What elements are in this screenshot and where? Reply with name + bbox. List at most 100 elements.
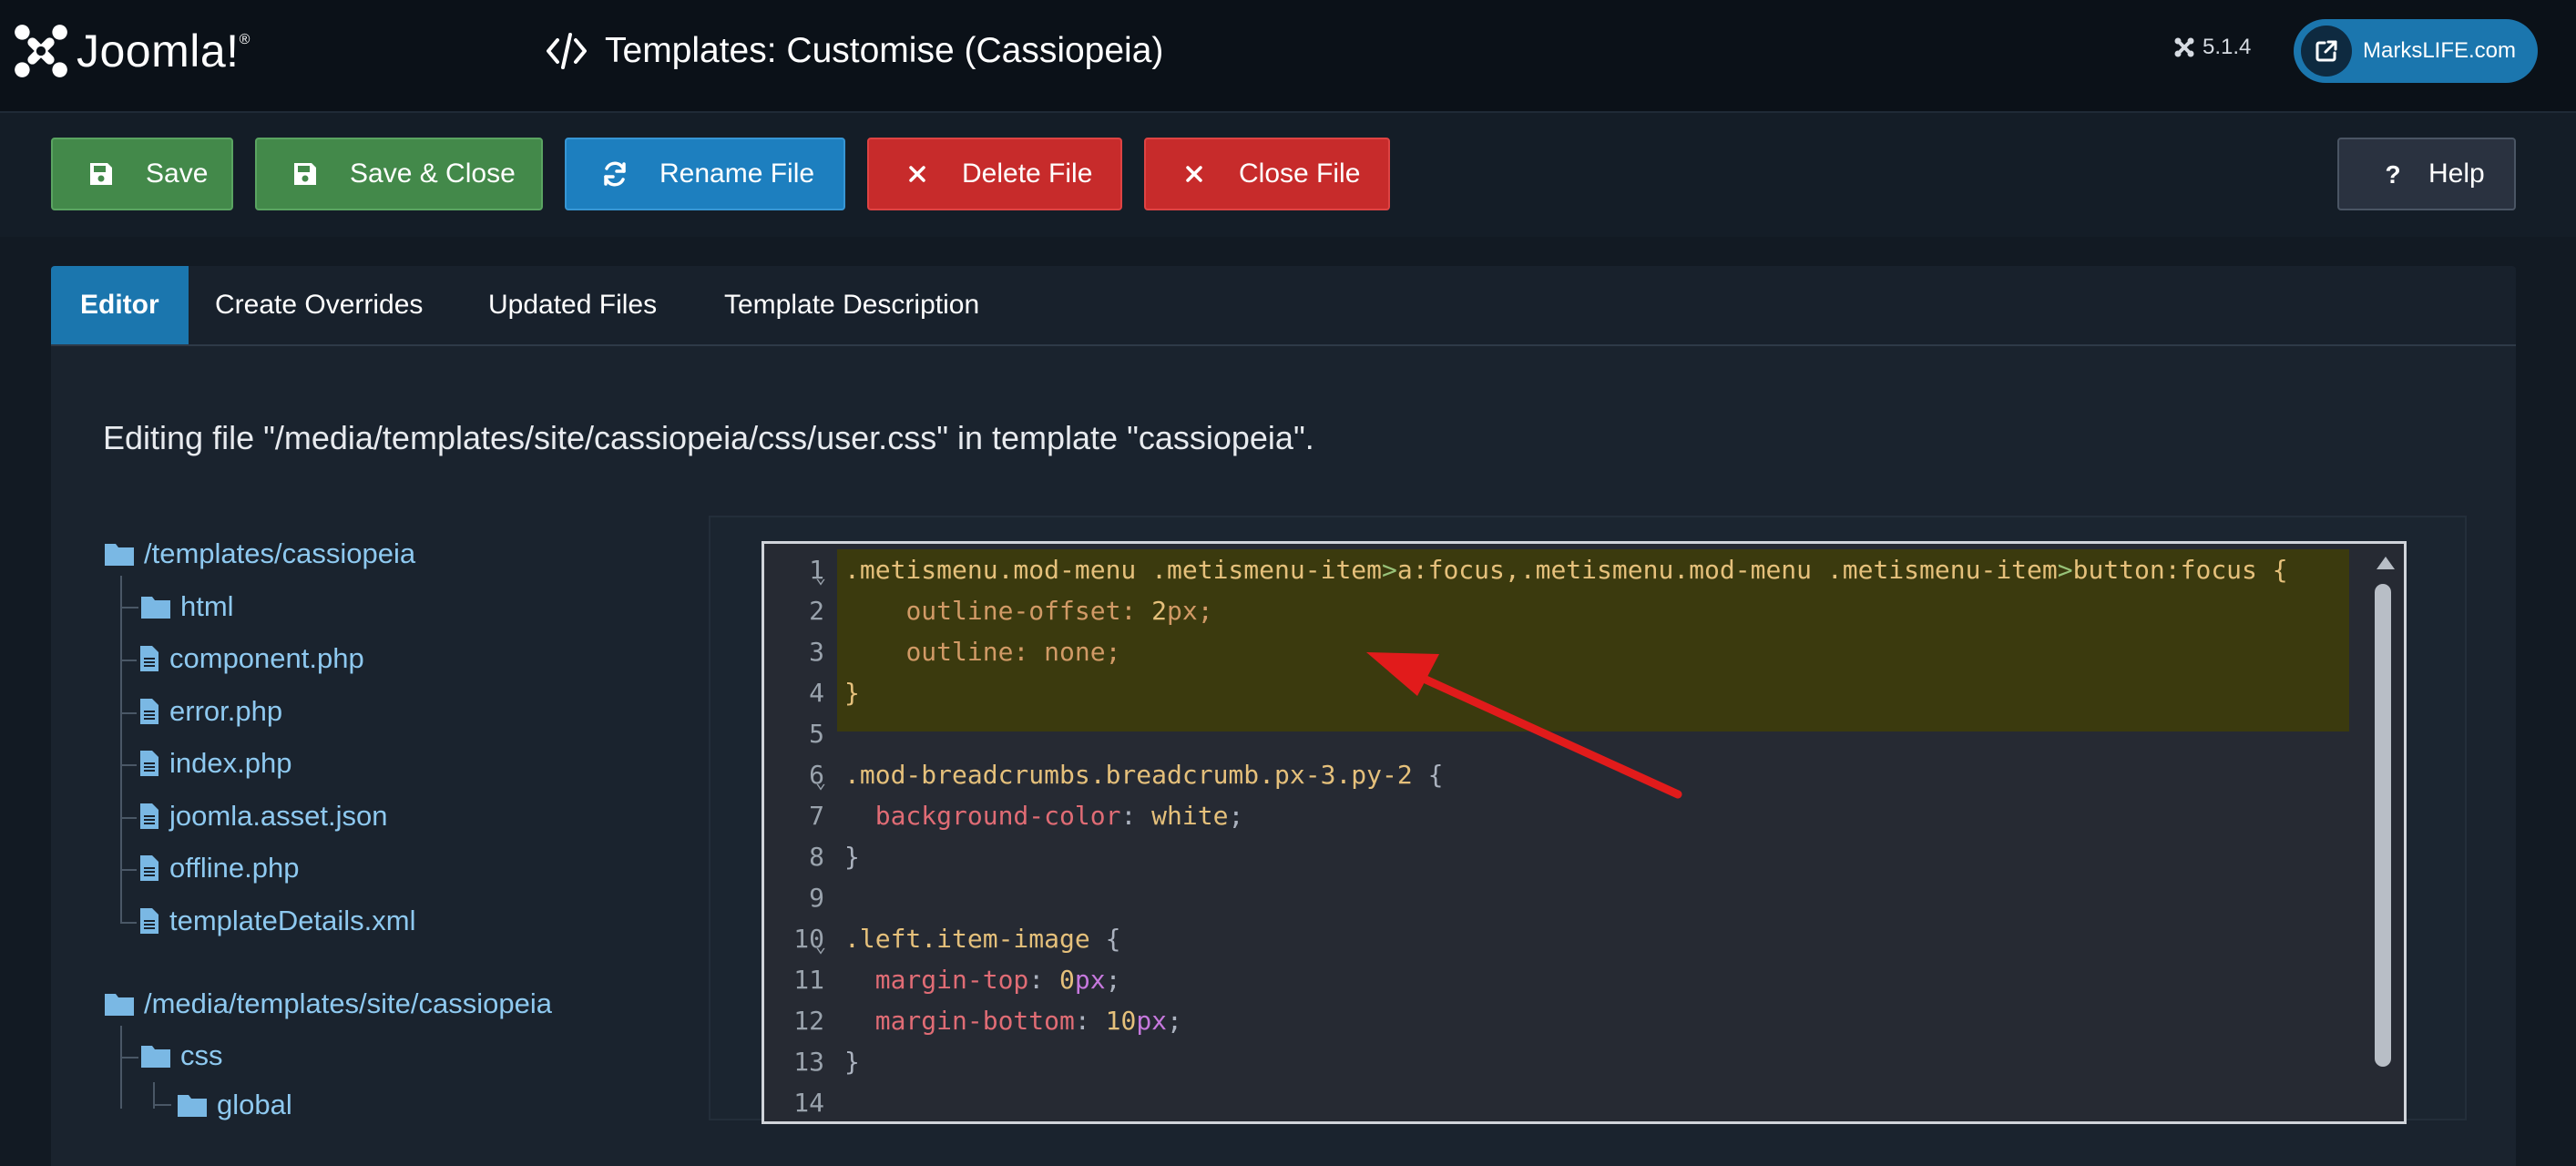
code-property: margin-bottom [874,1006,1075,1036]
code-unit: px [1074,965,1106,995]
page-title: Templates: Customise (Cassiopeia) [543,27,1163,75]
tree-folder-html[interactable]: html [140,590,234,623]
code-selector: button:focus { [2072,555,2288,585]
tree-file-joomla-asset-json[interactable]: joomla.asset.json [138,800,388,833]
tab-create-overrides[interactable]: Create Overrides [215,266,423,344]
line-number: 11 [793,965,824,995]
times-icon [909,166,925,182]
tree-label: /media/templates/site/cassiopeia [144,987,553,1019]
code-line-10: .left.item-image { [844,924,1120,954]
save-button[interactable]: Save [51,138,233,210]
sync-icon [604,161,626,187]
help-button[interactable]: ? Help [2337,138,2516,210]
code-line-4: } [844,678,860,708]
code-line-12: margin-bottom: 10px; [844,1006,1182,1036]
code-line-11: margin-top: 0px; [844,965,1121,995]
code-property: background-color [874,801,1121,831]
question-icon: ? [2385,160,2400,188]
tab-editor[interactable]: Editor [51,266,189,344]
tree-label: templateDetails.xml [169,905,416,936]
code-line-1: .metismenu.mod-menu .metismenu-item>a:fo… [844,555,2288,585]
code-selector: a:focus,.metismenu.mod-menu .metismenu-i… [1396,555,2058,585]
line-number: 9 [809,883,824,913]
delete-file-label: Delete File [962,159,1093,189]
tab-bar: Editor Create Overrides Updated Files Te… [51,266,2516,346]
code-editor[interactable]: 1 2 3 4 5 6 7 8 9 10 11 12 13 14 ⌄ ⌄ ⌄ .… [762,541,2407,1124]
tree-folder-css[interactable]: css [140,1039,223,1072]
svg-text:?: ? [2385,160,2400,188]
site-link-label: MarksLIFE.com [2363,38,2517,63]
fold-marker[interactable]: ⌄ [815,935,826,956]
scroll-thumb[interactable] [2375,584,2391,1067]
fold-marker[interactable]: ⌄ [815,771,826,793]
code-number: 2 [1151,596,1168,626]
editor-scrollbar[interactable] [2373,547,2397,1121]
tree-label: index.php [169,747,292,779]
tree-file-component-php[interactable]: component.php [138,642,364,675]
view-site-button[interactable]: MarksLIFE.com [2294,19,2538,83]
tree-file-index-php[interactable]: index.php [138,747,291,780]
save-close-button[interactable]: Save & Close [255,138,543,210]
save-icon [90,163,112,185]
tree-line [153,1104,171,1106]
close-file-button[interactable]: Close File [1144,138,1390,210]
code-number: 0 [1059,965,1075,995]
code-unit: px [1136,1006,1168,1036]
code-colon: : [1013,637,1045,667]
folder-icon [105,994,134,1016]
folder-icon [141,597,170,619]
tree-folder-media-cassiopeia[interactable]: /media/templates/site/cassiopeia [104,987,552,1020]
line-number: 8 [809,842,824,872]
joomla-logo[interactable]: Joomla!® [11,18,250,84]
tree-file-offline-php[interactable]: offline.php [138,852,300,885]
tree-line [120,607,138,609]
code-value: white [1151,801,1229,831]
folder-icon [178,1095,207,1117]
tree-file-error-php[interactable]: error.php [138,695,282,728]
code-line-8: } [844,842,860,872]
code-line-6: .mod-breadcrumbs.breadcrumb.px-3.py-2 { [844,760,1443,790]
file-icon [140,699,158,724]
delete-file-button[interactable]: Delete File [867,138,1122,210]
tree-line [120,1026,122,1109]
code-line-2: outline-offset: 2px; [844,596,1213,626]
code-colon: : [1120,596,1152,626]
line-number: 4 [809,678,824,708]
tree-line [120,922,137,924]
tree-label: joomla.asset.json [169,800,388,832]
code-colon: : [1074,1006,1106,1036]
version-badge: 5.1.4 [2173,35,2251,60]
tab-updated-files[interactable]: Updated Files [488,266,657,344]
fold-marker[interactable]: ⌄ [815,566,826,588]
page-title-text: Templates: Customise (Cassiopeia) [605,31,1164,70]
tree-label: component.php [169,642,364,674]
code-semicolon: ; [1197,596,1213,626]
help-label: Help [2428,159,2485,189]
file-icon [140,751,158,776]
code-semicolon: ; [1105,965,1121,995]
code-selector: .mod-breadcrumbs.breadcrumb.px-3.py-2 [844,760,1413,790]
tree-folder-global[interactable]: global [177,1089,292,1121]
code-semicolon: ; [1167,1006,1182,1036]
code-brace: { [1412,760,1444,790]
tree-label: offline.php [169,852,300,884]
scroll-up-icon[interactable] [2377,557,2395,569]
code-unit: px [1167,596,1198,626]
editing-file-text: Editing file "/media/templates/site/cass… [103,419,1314,456]
tab-template-description[interactable]: Template Description [724,266,979,344]
tree-line [120,869,137,871]
line-gutter: 1 2 3 4 5 6 7 8 9 10 11 12 13 14 ⌄ ⌄ ⌄ [764,544,835,1121]
rename-file-button[interactable]: Rename File [565,138,845,210]
line-number: 12 [793,1006,824,1036]
tree-line [120,660,137,661]
file-icon [140,908,158,934]
tree-file-templatedetails-xml[interactable]: templateDetails.xml [138,905,415,937]
tree-line [120,764,137,766]
code-line-13: } [844,1047,860,1077]
save-label: Save [146,159,209,189]
tree-line [120,1057,138,1059]
tree-folder-templates-cassiopeia[interactable]: /templates/cassiopeia [104,537,415,570]
tree-label: /templates/cassiopeia [144,537,416,569]
folder-icon [141,1046,170,1068]
